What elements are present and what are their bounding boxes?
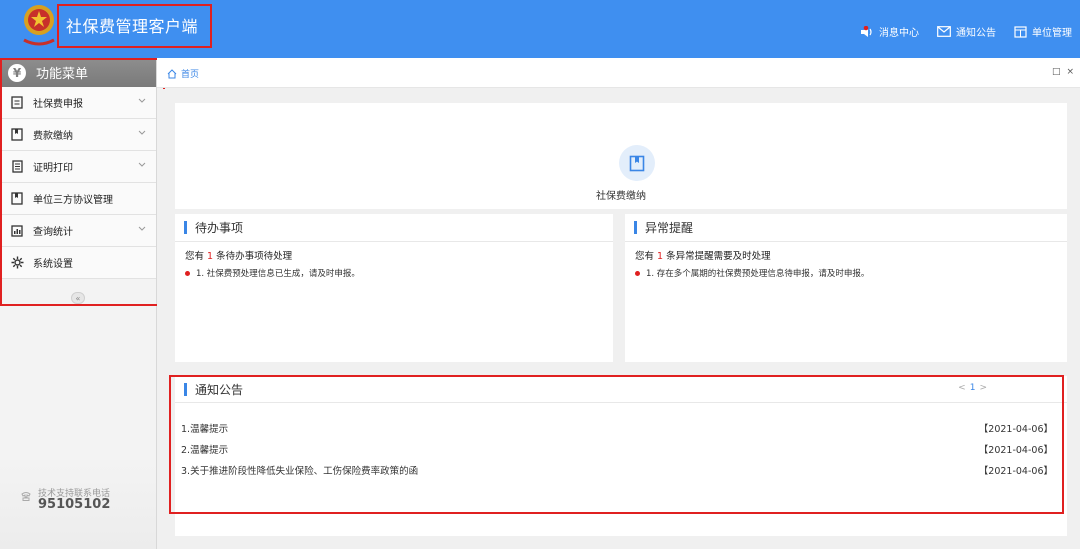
bullet-dot-icon (635, 270, 640, 276)
title-bar-accent (184, 221, 187, 234)
quick-access-panel: 社保费缴纳 (175, 103, 1067, 209)
unit-management-label: 单位管理 (1032, 28, 1072, 39)
alert-summary-pre: 您有 (635, 251, 655, 262)
alert-header: 异常提醒 (625, 214, 1067, 242)
todo-summary: 您有 1 条待办事项待处理 (175, 242, 613, 262)
building-icon (1014, 25, 1027, 38)
alert-summary: 您有 1 条异常提醒需要及时处理 (625, 242, 1067, 262)
tab-controls: □ × (1052, 67, 1074, 77)
todo-title: 待办事项 (195, 221, 244, 235)
todo-count: 1 (207, 251, 214, 262)
notice-highlight-box (169, 375, 1064, 514)
message-center-label: 消息中心 (879, 28, 919, 39)
title-bar-accent (634, 221, 637, 234)
tab-home[interactable]: 首页 (167, 67, 199, 80)
sidebar-highlight-box (0, 58, 165, 306)
tab-bar: 首页 □ × (157, 58, 1080, 88)
social-insurance-payment-shortcut[interactable] (619, 145, 655, 181)
phone-icon (21, 492, 31, 501)
mail-icon (937, 26, 951, 37)
book-icon (629, 155, 645, 171)
alert-count: 1 (657, 251, 664, 262)
support-number: 95105102 (38, 497, 111, 512)
bullet-dot-icon (185, 270, 190, 276)
message-center-link[interactable]: 消息中心 (860, 24, 919, 39)
close-tab-button[interactable]: × (1066, 67, 1074, 77)
tax-emblem-logo (23, 5, 55, 46)
title-highlight-box (57, 4, 212, 48)
alert-item-text: 1. 存在多个属期的社保费预处理信息待申报，请及时申报。 (646, 269, 870, 279)
top-nav: 消息中心 通知公告 单位管理 (860, 24, 1072, 39)
todo-summary-post: 条待办事项待处理 (216, 251, 293, 262)
alert-panel: 异常提醒 您有 1 条异常提醒需要及时处理 1. 存在多个属期的社保费预处理信息待申… (625, 214, 1067, 362)
todo-header: 待办事项 (175, 214, 613, 242)
home-icon (167, 68, 177, 78)
alert-summary-post: 条异常提醒需要及时处理 (666, 251, 771, 262)
todo-summary-pre: 您有 (185, 251, 205, 262)
maximize-tab-button[interactable]: □ (1052, 67, 1061, 77)
speaker-icon (861, 25, 872, 37)
support-hotline: 技术支持联系电话 95105102 (0, 464, 156, 549)
social-insurance-payment-label: 社保费缴纳 (596, 191, 646, 202)
todo-item[interactable]: 1. 社保费预处理信息已生成，请及时申报。 (175, 262, 613, 279)
todo-panel: 待办事项 您有 1 条待办事项待处理 1. 社保费预处理信息已生成，请及时申报。 (175, 214, 613, 362)
todo-item-text: 1. 社保费预处理信息已生成，请及时申报。 (196, 269, 360, 279)
notices-link[interactable]: 通知公告 (937, 24, 996, 39)
unit-management-link[interactable]: 单位管理 (1014, 24, 1072, 39)
tab-home-label: 首页 (181, 70, 200, 80)
notices-label: 通知公告 (956, 28, 996, 39)
alert-title: 异常提醒 (645, 221, 694, 235)
alert-item[interactable]: 1. 存在多个属期的社保费预处理信息待申报，请及时申报。 (625, 262, 1067, 279)
